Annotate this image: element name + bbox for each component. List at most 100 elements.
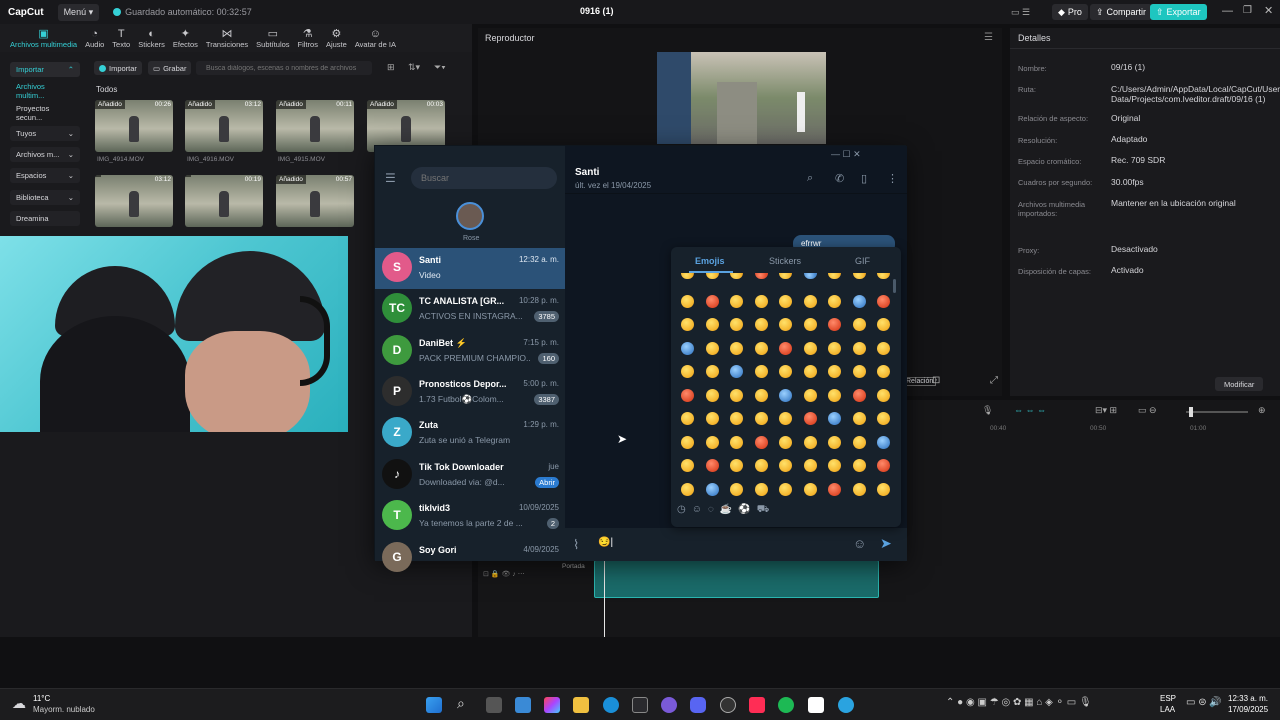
sidebar-item-sub-projects[interactable]: Proyectos secun... <box>10 104 80 122</box>
emoji-icon[interactable] <box>681 412 694 425</box>
emoji-icon[interactable] <box>754 482 768 496</box>
emoji-icon[interactable] <box>681 482 694 496</box>
menu-button[interactable]: Menú ▾ <box>57 3 100 21</box>
emoji-icon[interactable] <box>852 318 866 331</box>
emoji-icon[interactable] <box>754 435 768 449</box>
emoji-icon[interactable] <box>803 435 817 449</box>
emoji-icon[interactable] <box>779 318 792 331</box>
emoji-icon[interactable] <box>754 273 768 279</box>
emoji-icon[interactable] <box>779 388 792 402</box>
emoji-icon[interactable] <box>877 341 890 355</box>
emoji-icon[interactable] <box>681 459 694 472</box>
layout-icon[interactable]: ▭ ☰ <box>1005 4 1036 20</box>
emoji-icon[interactable] <box>705 341 719 355</box>
sidebar-item-media[interactable]: Archivos m... ⌄ <box>10 147 80 162</box>
emoji-icon[interactable] <box>828 341 841 355</box>
mic-icon[interactable]: 🎙 <box>982 405 993 416</box>
emoji-icon[interactable] <box>828 435 841 449</box>
emoji-icon[interactable] <box>754 388 768 402</box>
chat-item[interactable]: S Santi 12:32 a. m. Video <box>375 248 565 289</box>
emoji-icon[interactable] <box>828 273 841 279</box>
emoji-icon[interactable] <box>730 294 743 308</box>
tool-subtitles[interactable]: ▭ Subtítulos <box>252 24 293 52</box>
maximize-icon[interactable]: ❐ <box>1243 5 1252 16</box>
emoji-icon[interactable] <box>877 273 890 279</box>
search-icon[interactable]: ⌕ <box>457 695 465 712</box>
emoji-category-icons[interactable]: ◷☺◌☕⚽⛟ <box>677 504 775 517</box>
emoji-icon[interactable] <box>852 412 866 425</box>
emoji-icon[interactable] <box>681 294 694 308</box>
emoji-icon[interactable] <box>828 482 841 496</box>
tab-gif[interactable]: GIF <box>855 256 870 266</box>
chat-item[interactable]: D DaniBet ⚡ 7:15 p. m. PACK PREMIUM CHAMPIO… <box>375 331 565 372</box>
sidebar-item-yours[interactable]: Tuyos ⌄ <box>10 126 80 141</box>
emoji-icon[interactable] <box>779 412 792 425</box>
weather-desc[interactable]: Mayorm. nublado <box>33 705 95 714</box>
keyboard-layout[interactable]: LAA <box>1160 705 1175 714</box>
emoji-icon[interactable] <box>705 482 719 496</box>
emoji-icon[interactable] <box>779 482 792 496</box>
emoji-icon[interactable] <box>803 273 817 279</box>
media-search-input[interactable] <box>196 61 372 75</box>
chat-item[interactable]: P Pronosticos Depor... 5:00 p. m. 1.73 Futb… <box>375 372 565 413</box>
tool-adjust[interactable]: ⚙ Ajuste <box>322 24 351 52</box>
emoji-icon[interactable] <box>754 294 768 308</box>
import-button[interactable]: Importar <box>94 61 142 75</box>
emoji-icon[interactable] <box>877 294 890 308</box>
emoji-icon[interactable] <box>852 294 866 308</box>
emoji-icon[interactable] <box>754 318 768 331</box>
tab-stickers[interactable]: Stickers <box>769 256 801 266</box>
capcut-icon[interactable] <box>808 697 824 713</box>
tool-text[interactable]: T Texto <box>108 24 134 52</box>
obs-icon[interactable] <box>661 697 677 713</box>
emoji-icon[interactable] <box>730 412 743 425</box>
emoji-icon[interactable] <box>705 294 719 308</box>
emoji-icon[interactable] <box>877 318 890 331</box>
emoji-icon[interactable] <box>754 365 768 378</box>
emoji-icon[interactable] <box>730 482 743 496</box>
grid-view-icon[interactable]: ⊞ <box>387 62 395 73</box>
emoji-icon[interactable] <box>877 388 890 402</box>
emoji-icon[interactable] <box>828 365 841 378</box>
emoji-icon[interactable] <box>852 459 866 472</box>
tool-audio[interactable]: ◔ Audio <box>81 24 108 52</box>
filter-icon[interactable]: ⏷▾ <box>434 62 446 73</box>
emoji-icon[interactable] <box>852 435 866 449</box>
zoom-out-icon[interactable]: ▭ ⊖ <box>1138 405 1157 416</box>
emoji-icon[interactable] <box>877 482 890 496</box>
emoji-icon[interactable] <box>730 318 743 331</box>
emoji-icon[interactable] <box>877 365 890 378</box>
tool-avatar[interactable]: ☺ Avatar de IA <box>351 24 400 52</box>
sidebar-item-import[interactable]: Importar ⌃ <box>10 62 80 77</box>
emoji-icon[interactable] <box>730 459 743 472</box>
emoji-icon[interactable] <box>779 435 792 449</box>
record-button[interactable]: ▭ Grabar <box>148 61 192 75</box>
tool-filters[interactable]: ⚗ Filtros <box>294 24 322 52</box>
zoom-handle[interactable] <box>1189 407 1193 417</box>
hamburger-icon[interactable]: ☰ <box>385 171 396 185</box>
sidebar-item-spaces[interactable]: Espacios ⌄ <box>10 168 80 183</box>
emoji-icon[interactable] <box>705 318 719 331</box>
emoji-icon[interactable] <box>705 435 719 449</box>
media-clip[interactable]: Añadido 00:11 <box>276 100 354 152</box>
media-clip[interactable]: 00:19 <box>185 175 263 227</box>
emoji-icon[interactable] <box>852 365 866 378</box>
emoji-icon[interactable] <box>852 482 866 496</box>
task-view-icon[interactable] <box>486 697 502 713</box>
tool-media[interactable]: ▣ Archivos multimedia <box>6 24 81 52</box>
modify-button[interactable]: Modificar <box>1215 377 1264 391</box>
emoji-icon[interactable] <box>803 459 817 472</box>
spotify-icon[interactable] <box>778 697 794 713</box>
video-track-clip[interactable] <box>594 560 879 598</box>
zoom-in-icon[interactable]: ⊕ <box>1258 405 1266 416</box>
more-icon[interactable]: ⋮ <box>887 172 898 185</box>
tool-transitions[interactable]: ⋈ Transiciones <box>202 24 252 52</box>
sidebar-toggle-icon[interactable]: ▯ <box>861 172 867 185</box>
emoji-icon[interactable] <box>681 365 694 378</box>
emoji-toggle-icon[interactable]: ☺ <box>853 536 866 551</box>
emoji-icon[interactable] <box>877 435 890 449</box>
split-icon[interactable]: ⊟▾ ⊞ <box>1095 405 1117 416</box>
tray-icons[interactable]: ⌃ ● ◉ ▣ ☂ ◎ ✿ ▦ ⌂ ◈ ⚬ ▭ 🎙 <box>946 697 1092 708</box>
emoji-icon[interactable] <box>803 318 817 331</box>
close-icon[interactable]: ✕ <box>1264 4 1273 17</box>
